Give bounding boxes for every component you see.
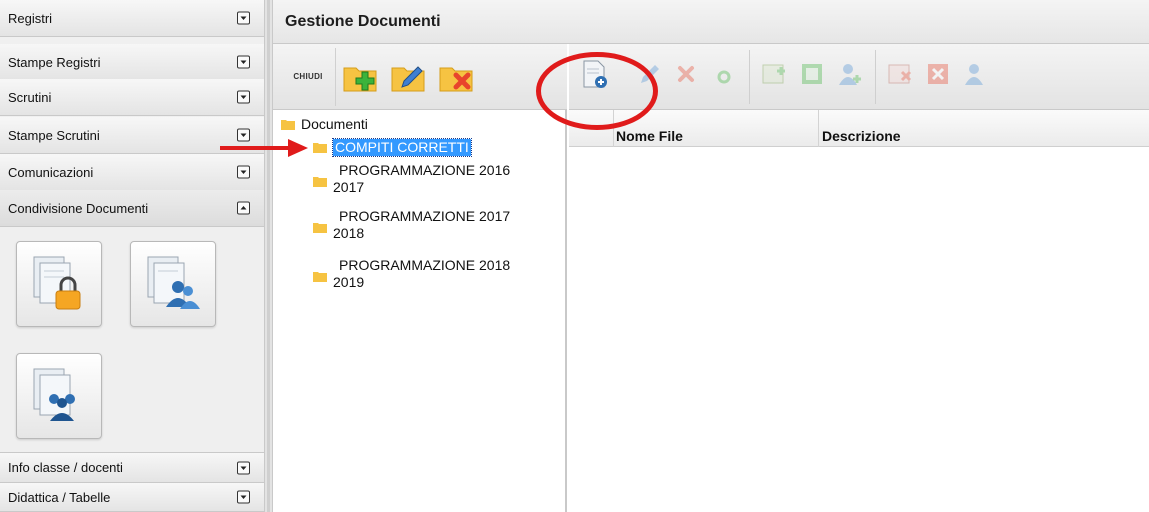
sidebar-section-label: Info classe / docenti [8, 460, 123, 475]
table-remove-icon [888, 64, 912, 84]
sidebar-section-didattica[interactable]: Didattica / Tabelle [0, 483, 264, 512]
sidebar-splitter[interactable] [264, 0, 273, 512]
files-panel: Nome File Descrizione [569, 44, 1149, 512]
sidebar-section-label: Didattica / Tabelle [8, 489, 111, 505]
chevron-down-icon[interactable] [237, 90, 250, 104]
tree-root-label: Documenti [301, 116, 368, 132]
tree-root[interactable]: Documenti [281, 116, 368, 133]
toolbar-separator [875, 50, 876, 104]
table-add-icon [762, 64, 785, 84]
tree-folder-programmazione-2017[interactable]: PROGRAMMAZIONE 2017 2018 [313, 208, 510, 242]
folder-add-icon [343, 67, 377, 91]
sidebar-section-info-classe[interactable]: Info classe / docenti [0, 453, 264, 483]
tree-folder-label: PROGRAMMAZIONE 2018 2019 [333, 257, 511, 290]
folder-icon [313, 177, 327, 187]
sidebar-section-label: Comunicazioni [8, 164, 94, 180]
tree-folder-programmazione-2018[interactable]: PROGRAMMAZIONE 2018 2019 [313, 257, 510, 291]
remove-row-button[interactable] [883, 56, 917, 92]
red-arrow-annotation [220, 139, 308, 157]
chevron-up-icon[interactable] [237, 201, 250, 215]
user-remove-icon [965, 64, 983, 85]
circle-icon [717, 70, 731, 84]
group-documents-button[interactable] [16, 353, 102, 439]
highlight-circle-annotation [536, 52, 658, 130]
document-group-icon [33, 368, 75, 421]
sidebar-section-label: Stampe Scrutini [8, 127, 100, 143]
folder-delete-icon [439, 67, 473, 91]
add-row-button[interactable] [757, 56, 791, 92]
edit-folder-button[interactable] [384, 48, 432, 106]
grid-col-nome-file[interactable]: Nome File [614, 110, 819, 147]
delete-folder-button[interactable] [432, 48, 480, 106]
sidebar-section-label: Scrutini [8, 89, 52, 105]
tree-folder-compiti-corretti[interactable]: COMPITI CORRETTI [313, 138, 472, 157]
remove-user-button[interactable] [959, 56, 993, 92]
export-button[interactable] [795, 56, 829, 92]
folder-icon [313, 223, 327, 233]
delete-document-button[interactable] [669, 56, 703, 92]
close-icon [678, 66, 694, 82]
spreadsheet-remove-icon [928, 64, 948, 84]
sidebar-section-comunicazioni[interactable]: Comunicazioni [0, 154, 264, 191]
shared-documents-button[interactable] [130, 241, 216, 327]
sidebar-section-label: Condivisione Documenti [8, 200, 149, 216]
tree-folder-label: PROGRAMMAZIONE 2016 2017 [333, 162, 511, 195]
user-add-icon [839, 64, 861, 85]
sidebar-section-condivisione-documenti[interactable]: Condivisione Documenti [0, 190, 264, 227]
folder-edit-icon [391, 65, 425, 91]
document-lock-icon [33, 256, 81, 310]
spreadsheet-icon [802, 64, 822, 84]
tree-folder-programmazione-2016[interactable]: PROGRAMMAZIONE 2016 2017 [313, 162, 510, 196]
chevron-down-icon[interactable] [237, 11, 250, 25]
sidebar: Registri Stampe Registri Scrutini Stampe… [0, 0, 264, 512]
add-user-button[interactable] [833, 56, 867, 92]
sidebar-section-label: Stampe Registri [8, 54, 101, 70]
add-folder-button[interactable] [336, 48, 384, 106]
grid-col-descrizione[interactable]: Descrizione [819, 110, 1149, 147]
sidebar-section-registri[interactable]: Registri [0, 0, 264, 37]
sidebar-section-scrutini[interactable]: Scrutini [0, 79, 264, 116]
folder-icon [281, 120, 295, 130]
document-user-icon [147, 256, 200, 309]
tree-toolbar: CHIUDI [273, 44, 567, 110]
main-panel: Gestione Documenti CHIUDI Documenti COMP… [273, 0, 1149, 512]
grid-header: Nome File Descrizione [569, 110, 1149, 147]
condivisione-documenti-panel [0, 227, 264, 453]
private-documents-button[interactable] [16, 241, 102, 327]
folder-icon [313, 272, 327, 282]
sidebar-section-label: Registri [8, 10, 53, 26]
toolbar-separator [749, 50, 750, 104]
folder-icon [313, 143, 327, 153]
chevron-down-icon[interactable] [237, 490, 250, 504]
chevron-down-icon[interactable] [237, 55, 250, 69]
tree-folder-label: COMPITI CORRETTI [332, 138, 472, 157]
tree-folder-label: PROGRAMMAZIONE 2017 2018 [333, 208, 511, 241]
chevron-down-icon[interactable] [237, 165, 250, 179]
page-title: Gestione Documenti [273, 0, 1149, 44]
chevron-down-icon[interactable] [237, 461, 250, 474]
remove-sheet-button[interactable] [921, 56, 955, 92]
folder-tree-panel: CHIUDI Documenti COMPITI CORRETTI PROGRA… [273, 44, 567, 512]
close-button[interactable]: CHIUDI [281, 47, 336, 106]
refresh-button[interactable] [707, 56, 741, 92]
app-root: Registri Stampe Registri Scrutini Stampe… [0, 0, 1149, 512]
sidebar-section-stampe-registri[interactable]: Stampe Registri [0, 44, 264, 81]
